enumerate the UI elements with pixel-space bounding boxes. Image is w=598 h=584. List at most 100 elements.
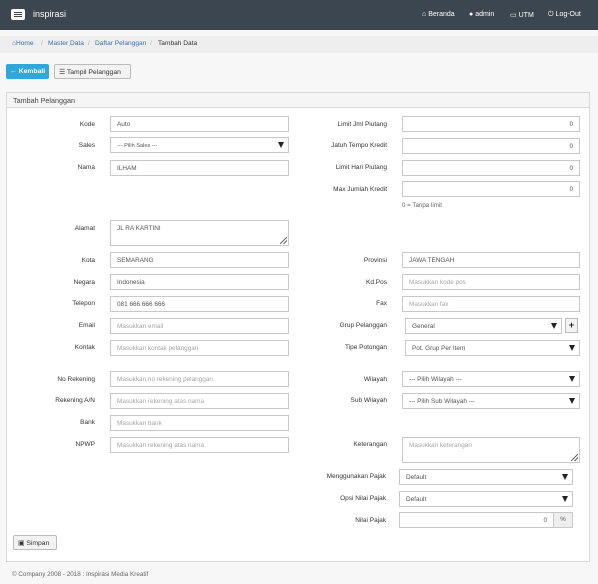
grup-select-value: General xyxy=(412,323,435,330)
nav-beranda[interactable]: ⌂ Beranda xyxy=(422,11,455,18)
breadcrumb-separator: / xyxy=(88,40,90,47)
npwp-field[interactable]: Masukkan rekening atas nama xyxy=(110,437,289,453)
email-placeholder: Masukkan email xyxy=(117,323,164,330)
rekan-field[interactable]: Masukkan rekening atas nama xyxy=(110,393,289,409)
label-email: Email xyxy=(78,322,95,329)
email-field[interactable]: Masukkan email xyxy=(110,318,289,334)
subwilayah-select-value: --- Pilih Sub Wilayah --- xyxy=(409,398,476,405)
label-rekan: Rekening A/N xyxy=(55,397,95,404)
kota-field[interactable]: SEMARANG xyxy=(110,252,289,268)
show-customers-label: Tampil Pelanggan xyxy=(66,69,121,76)
kdpos-placeholder: Masukkan kode pos xyxy=(409,279,466,286)
nama-field[interactable]: ILHAM xyxy=(110,160,289,176)
fax-placeholder: Masukkan fax xyxy=(409,301,449,308)
plus-icon: + xyxy=(568,320,575,330)
sales-select[interactable]: --- Pilih Sales --- xyxy=(110,137,289,153)
limit-piutang-field[interactable]: 0 xyxy=(402,116,580,132)
nav-logout[interactable]: ⏻ Log-Out xyxy=(548,11,581,19)
brand-name[interactable]: inspirasi xyxy=(33,9,66,19)
max-kredit-field[interactable]: 0 xyxy=(402,181,580,197)
label-kontak: Kontak xyxy=(74,344,95,351)
add-group-button[interactable]: + xyxy=(565,318,578,333)
negara-field[interactable]: Indonesia xyxy=(110,274,289,290)
chevron-down-icon xyxy=(569,398,575,404)
alamat-textarea[interactable]: JL RA KARTINI xyxy=(110,220,289,246)
breadcrumb-current: Tambah Data xyxy=(158,40,198,47)
label-nama: Nama xyxy=(77,164,95,171)
label-opsi-pajak: Opsi Nilai Pajak xyxy=(340,495,386,502)
chevron-down-icon xyxy=(562,496,568,502)
kontak-field[interactable]: Masukkan kontak pelanggan xyxy=(110,340,289,356)
label-jatuh-tempo: Jatuh Tempo Kredit xyxy=(331,142,387,149)
panel-header: Tambah Pelanggan xyxy=(7,93,589,108)
resize-grip-icon[interactable] xyxy=(280,237,287,244)
label-wilayah: Wilayah xyxy=(363,376,387,383)
pajak-select-value: Default xyxy=(406,474,427,481)
pajak-select[interactable]: Default xyxy=(399,469,573,485)
breadcrumb-home-label: Home xyxy=(15,40,34,47)
label-kota: Kota xyxy=(81,257,95,264)
percent-addon: % xyxy=(553,512,573,528)
top-navbar: inspirasi ⌂ Beranda ● admin ▭ UTM ⏻ Log-Out xyxy=(0,0,598,30)
bank-field[interactable]: Masukkan bank xyxy=(110,415,289,431)
chevron-down-icon xyxy=(551,323,557,329)
breadcrumb-separator: / xyxy=(41,40,43,47)
breadcrumb-home[interactable]: ⌂Home xyxy=(12,40,34,47)
label-norek: No Rekening xyxy=(57,376,95,383)
breadcrumb-separator: / xyxy=(150,40,152,47)
alamat-value: JL RA KARTINI xyxy=(117,225,161,232)
nav-logout-label: Log-Out xyxy=(555,11,581,18)
label-kode: Kode xyxy=(79,121,95,128)
opsi-pajak-select[interactable]: Default xyxy=(399,491,573,507)
save-button-label: Simpan xyxy=(26,540,50,547)
keterangan-textarea[interactable]: Masukkan keterangan xyxy=(402,437,580,463)
kode-field[interactable]: Auto xyxy=(110,116,289,132)
label-telepon: Telepon xyxy=(72,300,95,307)
kdpos-field[interactable]: Masukkan kode pos xyxy=(402,274,580,290)
breadcrumb-master[interactable]: Master Data xyxy=(48,40,84,47)
label-subwilayah: Sub Wilayah xyxy=(350,397,388,404)
tipe-select[interactable]: Pot. Grup Per Item xyxy=(405,340,580,356)
resize-grip-icon[interactable] xyxy=(571,454,578,461)
label-sales: Sales xyxy=(78,142,95,149)
breadcrumb-daftar[interactable]: Daftar Pelanggan xyxy=(95,40,146,47)
label-negara: Negara xyxy=(73,279,95,286)
chevron-down-icon xyxy=(569,376,575,382)
arrow-left-icon: ← xyxy=(10,68,17,75)
chevron-down-icon xyxy=(278,142,284,148)
label-tipe: Tipe Potongan xyxy=(344,344,387,351)
provinsi-field[interactable]: JAWA TENGAH xyxy=(402,252,580,268)
fax-field[interactable]: Masukkan fax xyxy=(402,296,580,312)
tipe-select-value: Pot. Grup Per Item xyxy=(412,345,466,352)
nilai-pajak-field[interactable]: 0 xyxy=(399,512,554,528)
limit-hari-field[interactable]: 0 xyxy=(402,160,580,176)
nav-admin-label: admin xyxy=(475,11,495,18)
label-limit-hari: Limit Hari Piutang xyxy=(335,164,387,171)
label-alamat: Alamat xyxy=(74,225,95,232)
list-icon: ☰ xyxy=(59,69,66,76)
grup-select[interactable]: General xyxy=(405,318,562,334)
user-icon: ● xyxy=(469,11,474,18)
nav-admin[interactable]: ● admin xyxy=(469,11,494,18)
menu-toggle-icon[interactable] xyxy=(11,9,25,20)
show-customers-button[interactable]: ☰ Tampil Pelanggan xyxy=(54,64,131,79)
label-limit-piutang: Limit Jml Piutang xyxy=(337,121,388,128)
save-button[interactable]: ▣ Simpan xyxy=(13,535,57,550)
save-icon: ▣ xyxy=(18,540,25,547)
home-icon: ⌂ xyxy=(422,11,427,18)
chevron-down-icon xyxy=(562,474,568,480)
subwilayah-select[interactable]: --- Pilih Sub Wilayah --- xyxy=(402,393,580,409)
label-nilai-pajak: Nilai Pajak xyxy=(355,517,386,524)
label-provinsi: Provinsi xyxy=(363,257,387,264)
wilayah-select[interactable]: --- Pilih Wilayah --- xyxy=(402,371,580,387)
back-button[interactable]: ← Kembali xyxy=(6,64,49,79)
nav-utm[interactable]: ▭ UTM xyxy=(510,11,534,19)
sales-select-value: --- Pilih Sales --- xyxy=(117,143,158,149)
label-npwp: NPWP xyxy=(75,441,96,448)
norek-field[interactable]: Masukkan no rekening pelanggan xyxy=(110,371,289,387)
power-icon: ⏻ xyxy=(548,11,554,18)
chevron-down-icon xyxy=(569,345,575,351)
jatuh-tempo-field[interactable]: 0 xyxy=(402,138,580,154)
keterangan-placeholder: Masukkan keterangan xyxy=(409,442,472,449)
telepon-field[interactable]: 081 666 666 666 xyxy=(110,296,289,312)
